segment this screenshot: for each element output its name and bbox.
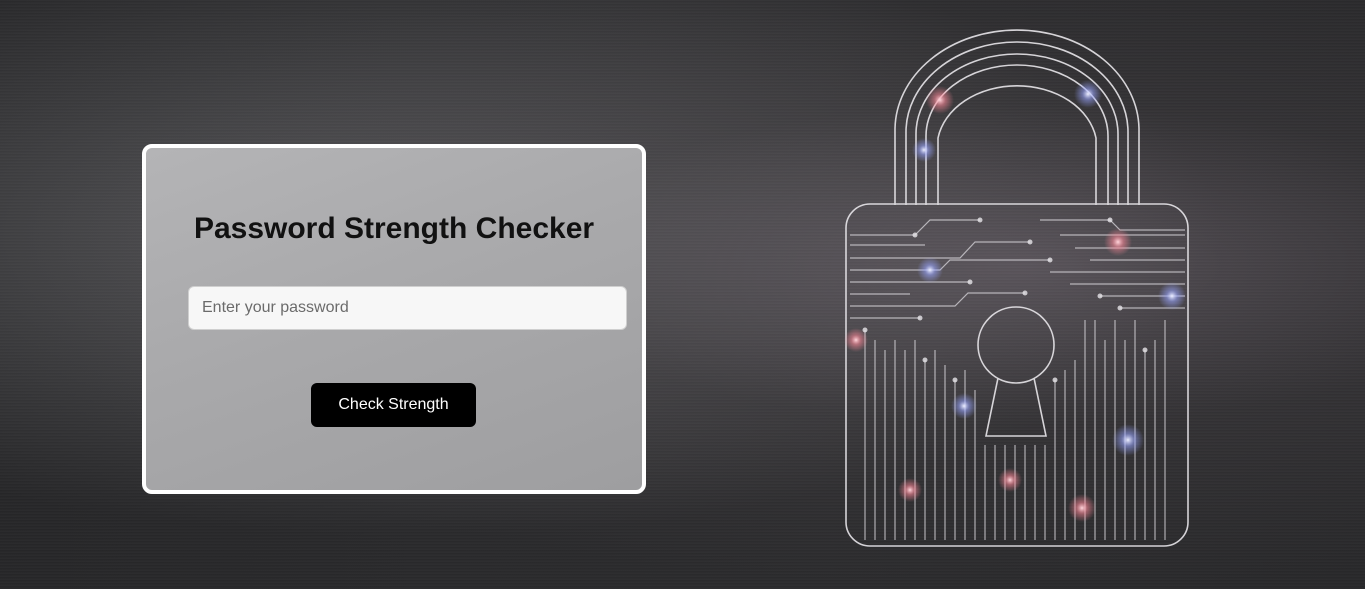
password-input[interactable] [188, 286, 627, 330]
page-title: Password Strength Checker [193, 212, 595, 245]
circuit-padlock-icon [844, 29, 1189, 547]
password-checker-card: Password Strength Checker Check Strength [142, 144, 646, 494]
check-strength-button[interactable]: Check Strength [311, 383, 476, 427]
